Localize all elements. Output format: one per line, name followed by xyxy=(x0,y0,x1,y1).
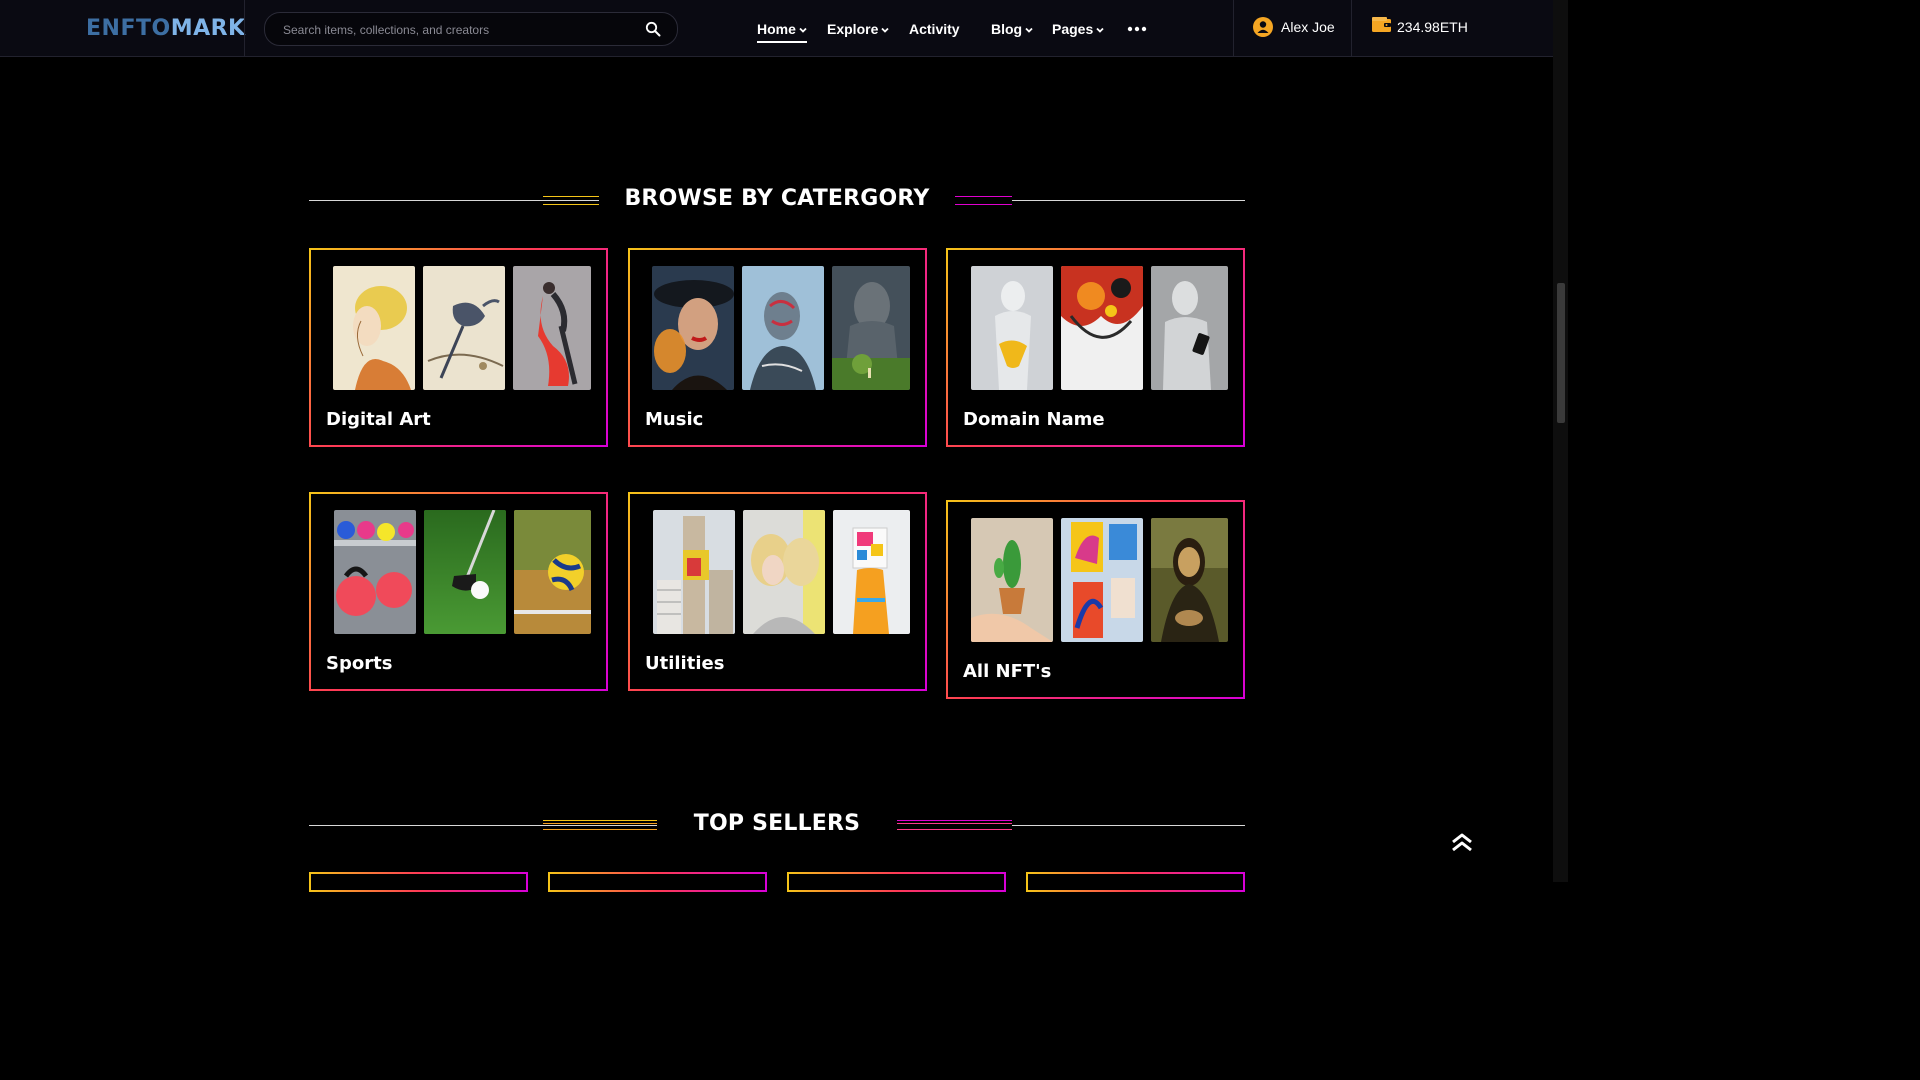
title-deco xyxy=(955,204,1012,205)
scrollbar[interactable] xyxy=(1553,0,1568,882)
category-label: All NFT's xyxy=(963,661,1052,682)
search-icon[interactable] xyxy=(645,21,661,37)
category-card-utilities[interactable]: Utilities xyxy=(628,492,927,691)
category-label: Music xyxy=(645,409,704,430)
seller-card[interactable] xyxy=(548,872,767,892)
title-deco xyxy=(955,196,1012,197)
header-divider xyxy=(1233,0,1234,56)
giant-statue-forest xyxy=(832,266,910,390)
nav-explore-label: Explore xyxy=(827,21,879,37)
kettlebells-rack xyxy=(334,510,416,634)
nav-blog[interactable]: Blog xyxy=(991,19,1033,41)
nav-activity-label: Activity xyxy=(909,21,960,37)
nav-home[interactable]: Home xyxy=(757,19,807,43)
category-thumbs xyxy=(969,518,1229,642)
nav-pages[interactable]: Pages xyxy=(1052,19,1104,41)
chevron-down-icon xyxy=(881,28,889,34)
top-sellers-title: TOP SELLERS xyxy=(693,811,861,836)
category-thumbs xyxy=(332,266,592,390)
category-thumbs xyxy=(651,510,911,634)
category-label: Sports xyxy=(326,653,393,674)
category-card-sports[interactable]: Sports xyxy=(309,492,608,691)
category-thumbs xyxy=(651,266,911,390)
seller-card[interactable] xyxy=(1026,872,1245,892)
category-card-digital-art[interactable]: Digital Art xyxy=(309,248,608,447)
category-thumbs xyxy=(969,266,1229,390)
title-line-right xyxy=(1012,825,1245,826)
category-label: Utilities xyxy=(645,653,725,674)
user-avatar-icon xyxy=(1253,17,1273,37)
seller-card[interactable] xyxy=(309,872,528,892)
chevron-down-icon xyxy=(1096,28,1104,34)
nav-blog-label: Blog xyxy=(991,21,1023,37)
category-card-domain-name[interactable]: Domain Name xyxy=(946,248,1245,447)
graffiti-head-figure xyxy=(742,266,824,390)
header-divider xyxy=(1351,0,1352,56)
chevron-down-icon xyxy=(799,28,807,34)
search-input[interactable] xyxy=(281,13,635,47)
blonde-woman-mirror xyxy=(743,510,825,634)
wallet-balance-button[interactable]: 234.98ETH xyxy=(1372,17,1468,39)
title-deco xyxy=(543,829,657,830)
white-statue-yellow-paint xyxy=(971,266,1053,390)
woman-holding-painting xyxy=(833,510,910,634)
double-chevron-up-icon[interactable] xyxy=(1451,833,1473,853)
title-line-left xyxy=(309,200,599,201)
nav-activity[interactable]: Activity xyxy=(909,19,960,41)
title-deco xyxy=(897,820,1012,821)
bird-on-branch-sketch xyxy=(423,266,505,390)
seller-card[interactable] xyxy=(787,872,1006,892)
tango-dancers-painting xyxy=(513,266,591,390)
nav-home-label: Home xyxy=(757,21,796,37)
title-line-left xyxy=(309,825,657,826)
colorful-horse-paintings xyxy=(1061,518,1143,642)
title-deco xyxy=(897,829,1012,830)
browse-title: BROWSE BY CATERGORY xyxy=(624,186,930,211)
wallet-icon xyxy=(1372,17,1391,32)
user-name: Alex Joe xyxy=(1281,19,1335,35)
statue-with-phone xyxy=(1151,266,1228,390)
nav-pages-label: Pages xyxy=(1052,21,1094,37)
site-logo[interactable]: ENFTOMARK xyxy=(86,16,246,42)
title-deco xyxy=(543,196,599,197)
hand-holding-cactus xyxy=(971,518,1053,642)
category-thumbs xyxy=(332,510,592,634)
title-deco xyxy=(543,204,599,205)
title-deco xyxy=(897,823,1012,824)
title-deco xyxy=(543,820,657,821)
logo-part1: ENFTO xyxy=(86,16,171,41)
search-box xyxy=(264,12,678,47)
category-card-all-nfts[interactable]: All NFT's xyxy=(946,500,1245,699)
more-dots-icon[interactable] xyxy=(1127,20,1147,40)
golf-club-ball xyxy=(424,510,506,634)
wallet-balance: 234.98ETH xyxy=(1397,19,1468,35)
city-building-billboard xyxy=(653,510,735,634)
woman-with-hat-portrait xyxy=(652,266,734,390)
user-menu[interactable]: Alex Joe xyxy=(1253,17,1335,39)
title-line-right xyxy=(1012,200,1245,201)
scrollbar-thumb[interactable] xyxy=(1557,283,1565,423)
category-label: Domain Name xyxy=(963,409,1105,430)
chevron-down-icon xyxy=(1025,28,1033,34)
header-divider xyxy=(244,0,245,56)
logo-part2: MARK xyxy=(170,16,246,41)
category-label: Digital Art xyxy=(326,409,431,430)
volleyball-court xyxy=(514,510,591,634)
watercolor-woman-portrait xyxy=(333,266,415,390)
mona-lisa xyxy=(1151,518,1228,642)
category-card-music[interactable]: Music xyxy=(628,248,927,447)
title-deco xyxy=(543,823,657,824)
nav-explore[interactable]: Explore xyxy=(827,19,889,41)
abstract-paint-splash xyxy=(1061,266,1143,390)
top-header: ENFTOMARK Home Explore Activity Blog Pag… xyxy=(0,0,1553,57)
